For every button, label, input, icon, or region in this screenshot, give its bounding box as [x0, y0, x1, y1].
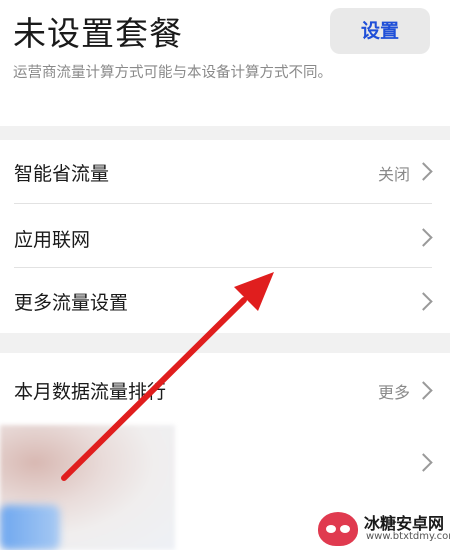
arrow-shaft: [61, 297, 247, 481]
watermark-url: www.btxtdmy.com: [366, 531, 450, 542]
watermark: 冰糖安卓网 www.btxtdmy.com: [318, 508, 450, 550]
annotation-arrow: [61, 272, 274, 481]
logo-eye: [340, 525, 350, 533]
logo-eye: [326, 525, 336, 533]
watermark-logo-icon: [318, 512, 358, 546]
